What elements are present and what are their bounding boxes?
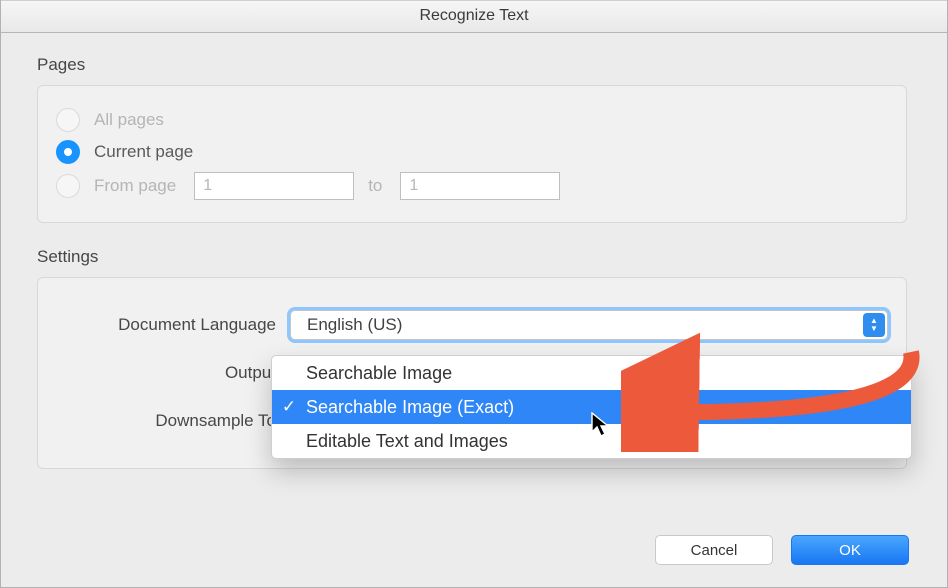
radio-from-page-label: From page [94,176,176,196]
cursor-icon [591,412,613,438]
to-label: to [368,176,382,196]
output-option-searchable-image[interactable]: Searchable Image [272,356,911,390]
updown-icon: ▲▼ [863,313,885,337]
cancel-button[interactable]: Cancel [655,535,773,565]
document-language-value: English (US) [307,315,402,335]
radio-all-pages-label: All pages [94,110,164,130]
dialog-title: Recognize Text [419,7,528,24]
radio-current-page-label: Current page [94,142,193,162]
to-page-field [400,172,560,200]
radio-all-pages-row: All pages [56,108,888,132]
check-icon: ✓ [272,397,306,417]
radio-all-pages [56,108,80,132]
ok-button[interactable]: OK [791,535,909,565]
recognize-text-dialog: Recognize Text Pages All pages Current p… [0,0,948,588]
pages-group: All pages Current page From page to [37,85,907,223]
radio-current-page-row[interactable]: Current page [56,140,888,164]
downsample-label: Downsample To [56,411,276,431]
output-dropdown[interactable]: Searchable Image ✓Searchable Image (Exac… [271,355,912,459]
dialog-footer: Cancel OK [637,535,909,565]
output-label: Output [56,363,276,383]
radio-from-page-row: From page to [56,172,888,200]
dialog-titlebar: Recognize Text [1,0,947,33]
radio-from-page [56,174,80,198]
document-language-select[interactable]: English (US) ▲▼ [290,310,888,340]
settings-group-label: Settings [37,247,907,267]
radio-current-page[interactable] [56,140,80,164]
document-language-label: Document Language [56,315,276,335]
from-page-field [194,172,354,200]
pages-group-label: Pages [37,55,907,75]
